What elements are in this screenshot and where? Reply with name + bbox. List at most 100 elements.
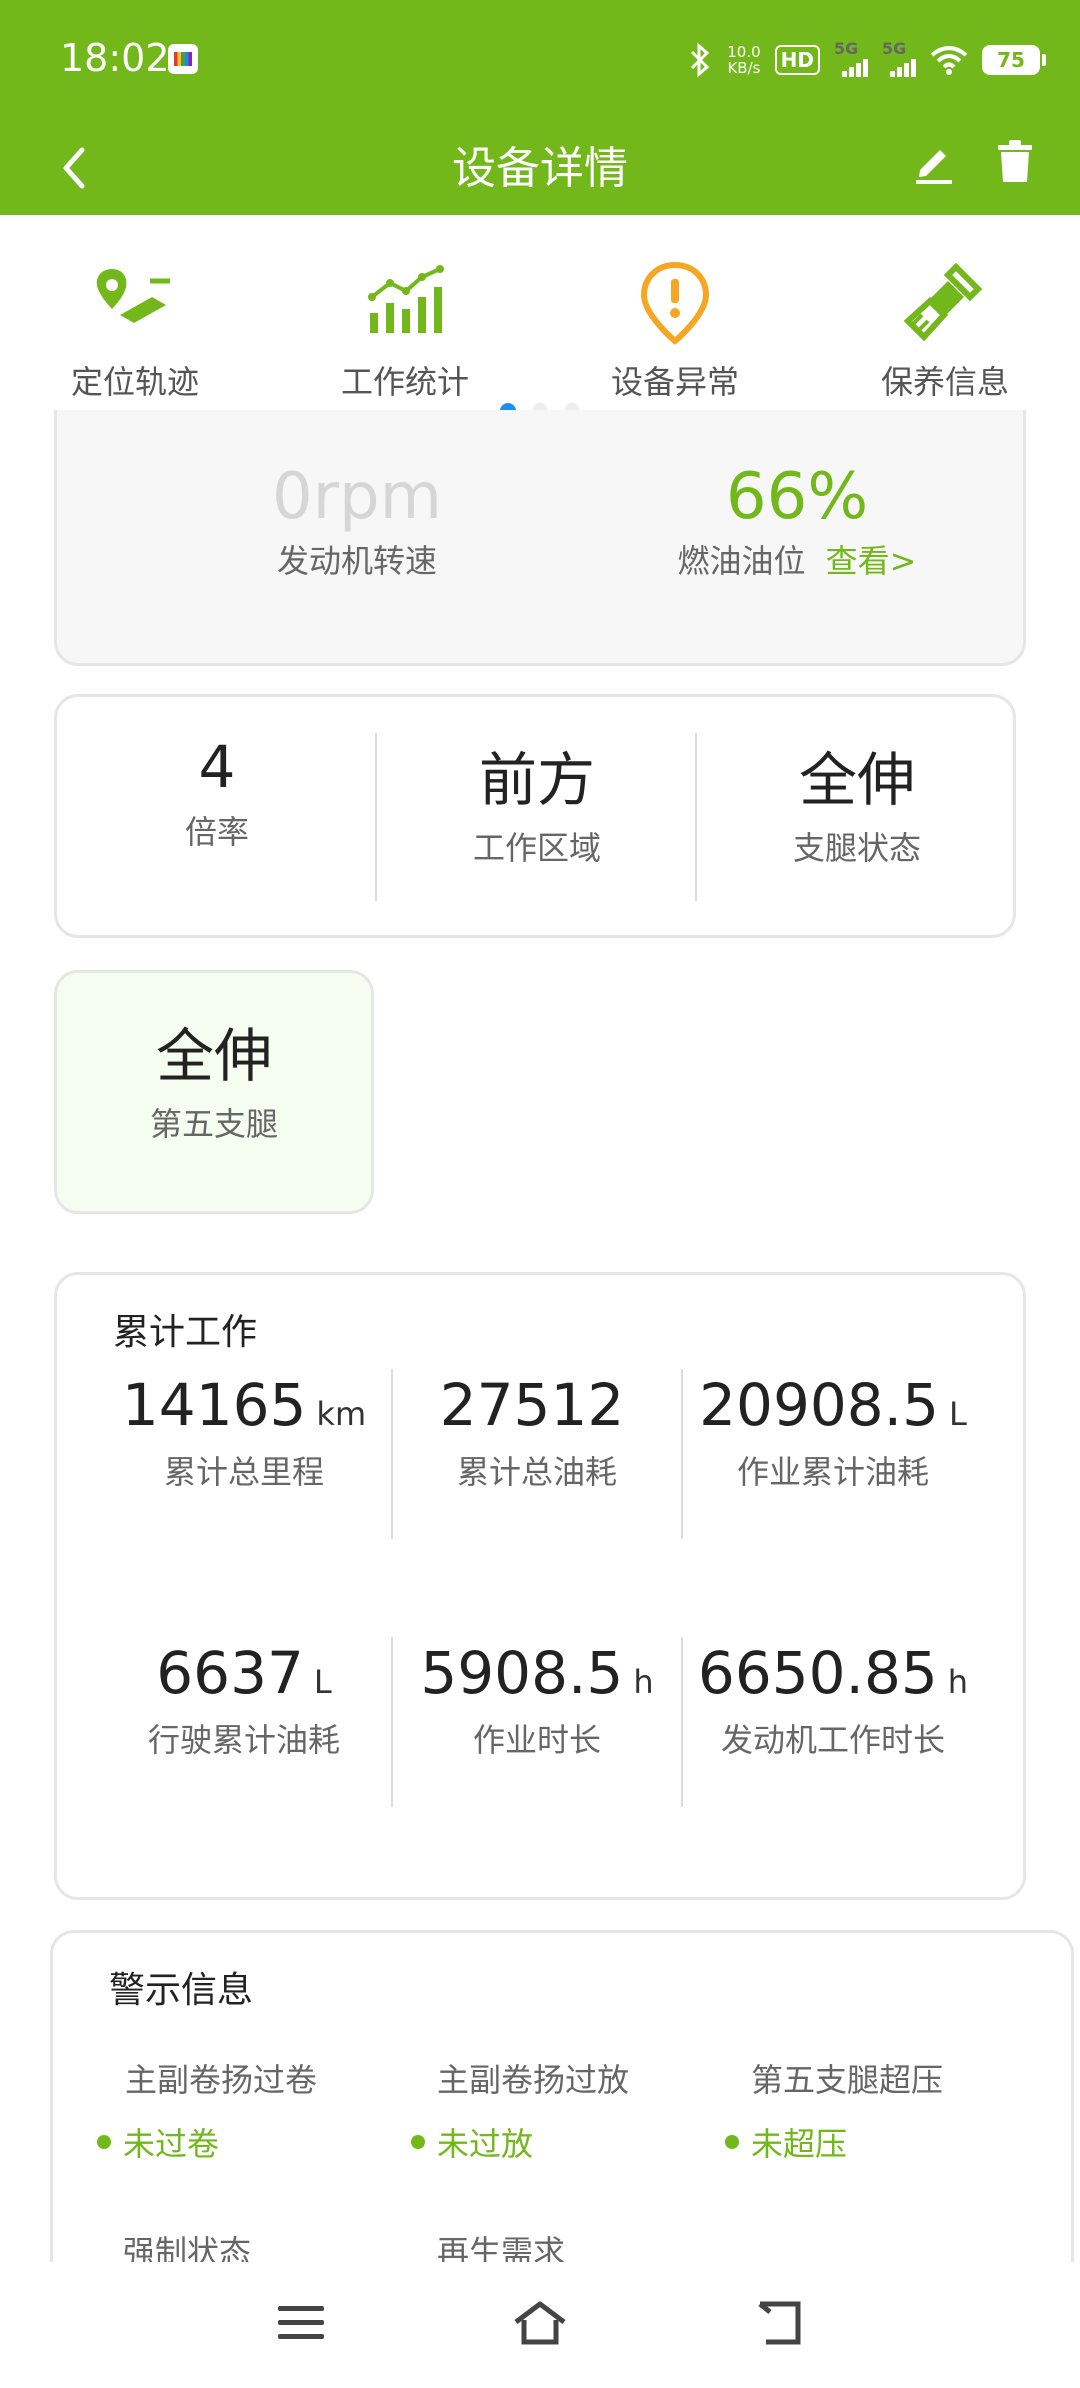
ratio-stat: 4 倍率 — [57, 733, 377, 853]
fuel-view-link[interactable]: 查看> — [826, 542, 917, 580]
back-nav-icon[interactable] — [754, 2298, 804, 2348]
signal-1-label: 5G — [834, 39, 859, 58]
work-hours-value: 5908.5 — [420, 1639, 624, 1707]
quick-menu: 定位轨迹 工作统计 设备异常 保养信息 — [0, 215, 1080, 430]
status-dot-icon — [411, 2135, 425, 2149]
quick-item-device-abnormal[interactable]: 设备异常 — [540, 257, 810, 403]
quick-item-label: 工作统计 — [340, 363, 469, 401]
drive-fuel-label: 行驶累计油耗 — [147, 1721, 340, 1759]
engine-rpm-value: 0rpm — [272, 460, 442, 534]
work-area-stat: 前方 工作区域 — [377, 733, 697, 869]
nav-bar: 设备详情 — [0, 118, 1080, 215]
warning-value: 未超压 — [751, 2125, 848, 2163]
quick-item-maintenance[interactable]: 保养信息 — [810, 257, 1080, 403]
outrigger-state-value: 全伸 — [798, 746, 915, 814]
engine-card: 0rpm 发动机转速 66% 燃油油位 查看> — [54, 410, 1026, 666]
maintenance-brush-icon — [903, 262, 983, 342]
quick-item-label: 设备异常 — [610, 363, 739, 401]
drive-fuel-stat: 6637 L 行驶累计油耗 — [97, 1639, 391, 1761]
cumulative-title: 累计工作 — [113, 1312, 258, 1353]
work-hours-label: 作业时长 — [472, 1721, 601, 1759]
network-speed: 10.0 KB/s — [727, 44, 760, 76]
bluetooth-icon — [691, 43, 710, 77]
fuel-level-stat: 66% 燃油油位 查看> — [557, 460, 1037, 582]
drive-fuel-unit: L — [313, 1663, 332, 1701]
work-fuel-label: 作业累计油耗 — [736, 1453, 929, 1491]
warning-item-hoist-overrelease: 主副卷扬过放 未过放 — [411, 2055, 630, 2165]
outrigger-state-label: 支腿状态 — [792, 829, 921, 867]
warning-title: 警示信息 — [109, 1970, 254, 2011]
total-fuel-value: 27512 — [439, 1371, 625, 1439]
quick-item-label: 定位轨迹 — [70, 363, 199, 401]
hd-voice-icon: HD — [774, 45, 820, 75]
quick-item-work-statistics[interactable]: 工作统计 — [270, 257, 540, 403]
engine-hours-value: 6650.85 — [697, 1639, 938, 1707]
statistics-chart-icon — [368, 265, 444, 333]
fifth-leg-card: 全伸 第五支腿 — [54, 970, 374, 1214]
work-fuel-stat: 20908.5 L 作业累计油耗 — [683, 1371, 983, 1493]
engine-rpm-label: 发动机转速 — [276, 542, 437, 580]
warning-value-row: 未过放 — [411, 2119, 629, 2165]
battery-icon: 75 — [982, 45, 1046, 75]
device-detail-screen: 18:02 10.0 KB/s HD 5G 5G 75 设备详情 定位轨迹 工作… — [0, 0, 1080, 2388]
net-speed-value: 10.0 — [727, 43, 761, 61]
status-icons: 10.0 KB/s HD 5G 5G 75 — [687, 38, 1046, 82]
fifth-leg-stat: 全伸 第五支腿 — [57, 1009, 371, 1145]
total-mileage-unit: km — [316, 1395, 367, 1433]
warning-value-row: 未超压 — [725, 2119, 943, 2165]
work-area-value: 前方 — [478, 746, 595, 814]
warning-item-fifth-leg-overpressure: 第五支腿超压 未超压 — [725, 2055, 944, 2165]
total-fuel-label: 累计总油耗 — [456, 1453, 617, 1491]
warning-value: 未过卷 — [123, 2125, 220, 2163]
edit-pencil-icon[interactable] — [910, 136, 960, 186]
work-hours-unit: h — [633, 1663, 654, 1701]
ratio-label: 倍率 — [184, 813, 249, 851]
engine-rpm-stat: 0rpm 发动机转速 — [117, 460, 597, 582]
drive-fuel-value: 6637 — [156, 1639, 304, 1707]
app-header: 18:02 10.0 KB/s HD 5G 5G 75 设备详情 — [0, 0, 1080, 215]
work-area-label: 工作区域 — [472, 829, 601, 867]
warning-label: 主副卷扬过卷 — [125, 2061, 318, 2099]
system-nav-bar — [0, 2262, 1080, 2388]
home-icon[interactable] — [512, 2298, 568, 2348]
signal-5g-1-icon: 5G — [834, 39, 868, 77]
fuel-level-label: 燃油油位 — [677, 542, 806, 580]
status-card: 4 倍率 前方 工作区域 全伸 支腿状态 — [54, 694, 1016, 938]
warning-item-hoist-overwind: 主副卷扬过卷 未过卷 — [97, 2055, 318, 2165]
work-hours-stat: 5908.5 h 作业时长 — [393, 1639, 681, 1761]
work-fuel-value: 20908.5 — [699, 1371, 940, 1439]
status-time: 18:02 — [60, 36, 170, 80]
warning-label: 第五支腿超压 — [751, 2061, 944, 2099]
outrigger-state-stat: 全伸 支腿状态 — [697, 733, 1017, 869]
fuel-level-row: 燃油油位 查看> — [557, 536, 1037, 582]
status-dot-icon — [725, 2135, 739, 2149]
fifth-leg-value: 全伸 — [155, 1022, 272, 1090]
ratio-value: 4 — [198, 733, 236, 801]
status-bar: 18:02 10.0 KB/s HD 5G 5G 75 — [0, 0, 1080, 118]
warning-label: 主副卷扬过放 — [437, 2061, 630, 2099]
fuel-level-value: 66% — [725, 460, 869, 534]
warning-value: 未过放 — [437, 2125, 534, 2163]
app-notification-icon — [168, 44, 198, 74]
work-fuel-unit: L — [949, 1395, 967, 1433]
signal-5g-2-icon: 5G — [882, 39, 916, 77]
total-mileage-label: 累计总里程 — [163, 1453, 324, 1491]
fifth-leg-label: 第五支腿 — [149, 1105, 278, 1143]
cumulative-work-card: 累计工作 14165 km 累计总里程 27512 累计总油耗 20908.5 L … — [54, 1272, 1026, 1900]
total-fuel-stat: 27512 累计总油耗 — [393, 1371, 681, 1493]
quick-item-label: 保养信息 — [880, 363, 1009, 401]
total-mileage-value: 14165 — [121, 1371, 307, 1439]
total-mileage-stat: 14165 km 累计总里程 — [97, 1371, 391, 1493]
net-speed-unit: KB/s — [727, 59, 761, 77]
warning-value-row: 未过卷 — [97, 2119, 317, 2165]
engine-hours-stat: 6650.85 h 发动机工作时长 — [683, 1639, 983, 1761]
status-dot-icon — [97, 2135, 111, 2149]
location-track-icon — [96, 269, 170, 323]
delete-trash-icon[interactable] — [990, 136, 1040, 186]
engine-hours-unit: h — [947, 1663, 969, 1701]
wifi-icon — [930, 46, 968, 75]
signal-2-label: 5G — [882, 39, 907, 58]
quick-item-location-track[interactable]: 定位轨迹 — [0, 257, 270, 403]
alert-pin-icon — [640, 261, 710, 345]
menu-icon[interactable] — [276, 2298, 326, 2348]
